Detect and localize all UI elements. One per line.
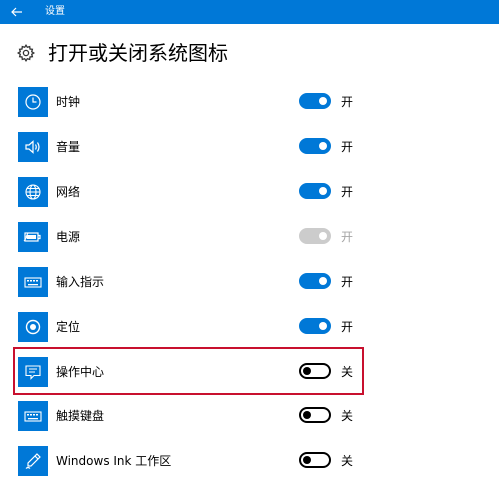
window-title: 设置 [45,6,65,17]
list-item-volume: 音量 开 [0,129,499,165]
back-arrow-icon [11,7,22,17]
network-globe-icon [18,177,48,207]
item-label: 定位 [56,320,81,334]
keyboard-icon [18,267,48,297]
item-label: 网络 [56,185,81,199]
windows-ink-pen-icon [18,446,48,476]
action-center-toggle[interactable] [299,363,331,379]
item-label: 触摸键盘 [56,409,105,423]
item-label: Windows Ink 工作区 [56,454,172,468]
toggle-state-label: 关 [341,409,354,423]
item-label: 时钟 [56,95,81,109]
item-label: 输入指示 [56,275,105,289]
input-indicator-toggle[interactable] [299,273,331,289]
list-item-power: 电源 开 [0,219,499,255]
power-toggle [299,228,331,244]
gear-icon [16,43,36,63]
touch-keyboard-toggle[interactable] [299,407,331,423]
page-header: 打开或关闭系统图标 [16,40,228,66]
page-title: 打开或关闭系统图标 [48,41,228,65]
item-label: 电源 [56,230,81,244]
list-item-clock: 时钟 开 [0,84,499,120]
battery-power-icon [18,222,48,252]
location-icon [18,312,48,342]
list-item-network: 网络 开 [0,174,499,210]
toggle-state-label: 关 [341,454,354,468]
list-item-input-indicator: 输入指示 开 [0,264,499,300]
toggle-state-label: 关 [341,365,354,379]
list-item-windows-ink: Windows Ink 工作区 关 [0,443,499,479]
toggle-state-label: 开 [341,275,354,289]
back-button[interactable] [0,0,34,24]
action-center-icon [18,357,48,387]
title-bar: 设置 [0,0,499,24]
toggle-state-label: 开 [341,185,354,199]
toggle-state-label: 开 [341,140,354,154]
list-item-touch-keyboard: 触摸键盘 关 [0,398,499,434]
touch-keyboard-icon [18,401,48,431]
item-label: 操作中心 [56,365,105,379]
volume-toggle[interactable] [299,138,331,154]
volume-icon [18,132,48,162]
location-toggle[interactable] [299,318,331,334]
list-item-location: 定位 开 [0,309,499,345]
clock-toggle[interactable] [299,93,331,109]
windows-ink-toggle[interactable] [299,452,331,468]
list-item-action-center: 操作中心 关 [0,354,499,390]
network-toggle[interactable] [299,183,331,199]
toggle-state-label: 开 [341,230,354,244]
toggle-state-label: 开 [341,320,354,334]
toggle-state-label: 开 [341,95,354,109]
item-label: 音量 [56,140,81,154]
clock-icon [18,87,48,117]
